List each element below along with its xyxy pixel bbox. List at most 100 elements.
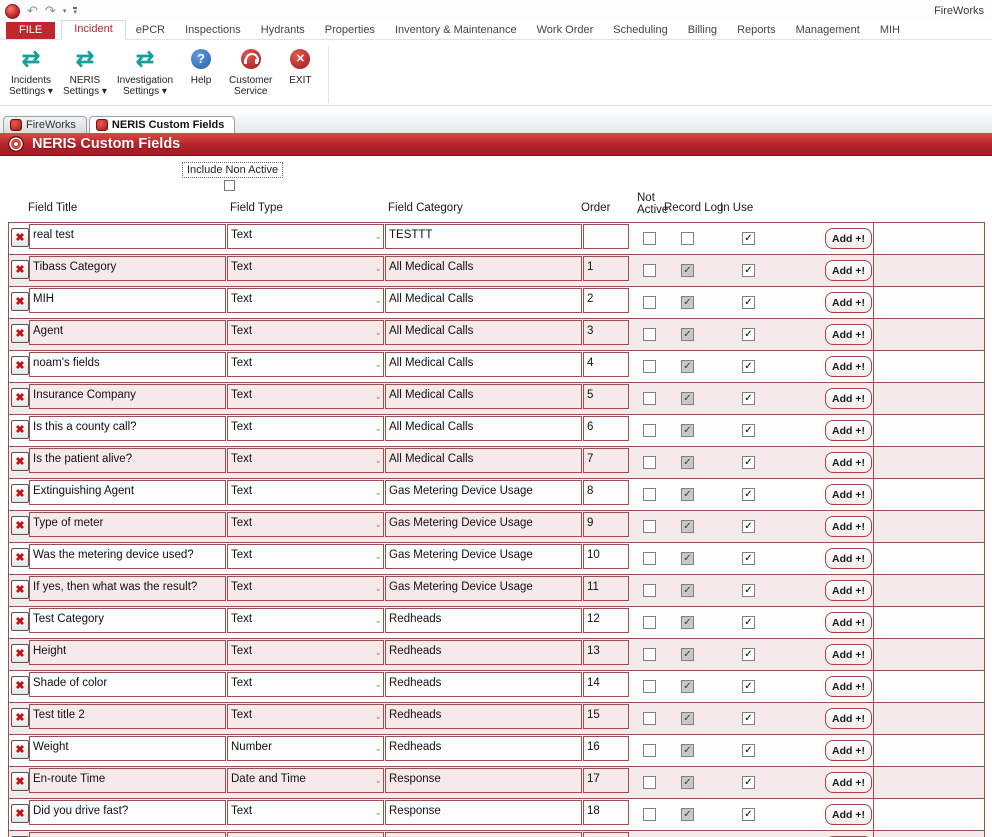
field-title-input[interactable]: Extinguishing Agent bbox=[29, 480, 226, 505]
ribbon-tab-work-order[interactable]: Work Order bbox=[527, 22, 604, 39]
record-log-checkbox[interactable]: ✓ bbox=[681, 680, 694, 693]
not-active-checkbox[interactable] bbox=[643, 776, 656, 789]
add-button[interactable]: Add +! bbox=[825, 292, 872, 313]
delete-row-button[interactable]: ✖ bbox=[11, 260, 29, 279]
delete-row-button[interactable]: ✖ bbox=[11, 612, 29, 631]
field-title-input[interactable]: Weight bbox=[29, 736, 226, 761]
field-category-input[interactable]: Response bbox=[385, 800, 582, 825]
not-active-checkbox[interactable] bbox=[643, 584, 656, 597]
field-type-dropdown[interactable]: Text⌄ bbox=[227, 320, 384, 345]
order-input[interactable]: 8 bbox=[583, 480, 629, 505]
record-log-checkbox[interactable]: ✓ bbox=[681, 584, 694, 597]
ribbon-tab-incident[interactable]: Incident bbox=[61, 20, 126, 40]
in-use-checkbox[interactable]: ✓ bbox=[742, 680, 755, 693]
record-log-checkbox[interactable]: ✓ bbox=[681, 488, 694, 501]
field-category-input[interactable]: Redheads bbox=[385, 736, 582, 761]
not-active-checkbox[interactable] bbox=[643, 648, 656, 661]
add-button[interactable]: Add +! bbox=[825, 452, 872, 473]
in-use-checkbox[interactable]: ✓ bbox=[742, 232, 755, 245]
order-input[interactable]: 3 bbox=[583, 320, 629, 345]
field-type-dropdown[interactable]: Text⌄ bbox=[227, 640, 384, 665]
add-button[interactable]: Add +! bbox=[825, 260, 872, 281]
field-title-input[interactable]: En-route Time bbox=[29, 768, 226, 793]
record-log-checkbox[interactable]: ✓ bbox=[681, 296, 694, 309]
order-input[interactable]: 9 bbox=[583, 512, 629, 537]
field-title-input[interactable]: Test Category bbox=[29, 608, 226, 633]
delete-row-button[interactable]: ✖ bbox=[11, 388, 29, 407]
ribbon-tab-file[interactable]: FILE bbox=[6, 22, 55, 39]
field-title-input[interactable]: Insurance Company bbox=[29, 384, 226, 409]
field-category-input[interactable]: All Medical Calls bbox=[385, 416, 582, 441]
field-category-input[interactable]: All Medical Calls bbox=[385, 352, 582, 377]
neris-settings-button[interactable]: ⇄ NERIS Settings ▾ bbox=[58, 44, 112, 99]
field-title-input[interactable]: Shade of color bbox=[29, 672, 226, 697]
record-log-checkbox[interactable]: ✓ bbox=[681, 392, 694, 405]
field-title-input[interactable]: Agent bbox=[29, 320, 226, 345]
not-active-checkbox[interactable] bbox=[643, 328, 656, 341]
record-log-checkbox[interactable]: ✓ bbox=[681, 520, 694, 533]
field-category-input[interactable]: All Medical Calls bbox=[385, 384, 582, 409]
in-use-checkbox[interactable]: ✓ bbox=[742, 776, 755, 789]
record-log-checkbox[interactable]: ✓ bbox=[681, 616, 694, 629]
ribbon-tab-epcr[interactable]: ePCR bbox=[126, 22, 175, 39]
not-active-checkbox[interactable] bbox=[643, 456, 656, 469]
field-category-input[interactable]: Response bbox=[385, 832, 582, 837]
not-active-checkbox[interactable] bbox=[643, 232, 656, 245]
in-use-checkbox[interactable]: ✓ bbox=[742, 296, 755, 309]
help-button[interactable]: ? Help bbox=[178, 44, 224, 88]
not-active-checkbox[interactable] bbox=[643, 296, 656, 309]
field-category-input[interactable]: All Medical Calls bbox=[385, 256, 582, 281]
not-active-checkbox[interactable] bbox=[643, 520, 656, 533]
field-title-input[interactable]: Did you drive fast? bbox=[29, 800, 226, 825]
order-input[interactable]: 15 bbox=[583, 704, 629, 729]
order-input[interactable]: 5 bbox=[583, 384, 629, 409]
field-type-dropdown[interactable]: Text⌄ bbox=[227, 832, 384, 837]
record-log-checkbox[interactable]: ✓ bbox=[681, 808, 694, 821]
add-button[interactable]: Add +! bbox=[825, 804, 872, 825]
field-type-dropdown[interactable]: Text⌄ bbox=[227, 576, 384, 601]
in-use-checkbox[interactable]: ✓ bbox=[742, 616, 755, 629]
ribbon-tab-properties[interactable]: Properties bbox=[315, 22, 385, 39]
delete-row-button[interactable]: ✖ bbox=[11, 644, 29, 663]
in-use-checkbox[interactable]: ✓ bbox=[742, 808, 755, 821]
field-category-input[interactable]: Redheads bbox=[385, 640, 582, 665]
record-log-checkbox[interactable]: ✓ bbox=[681, 552, 694, 565]
field-type-dropdown[interactable]: Text⌄ bbox=[227, 800, 384, 825]
not-active-checkbox[interactable] bbox=[643, 424, 656, 437]
not-active-checkbox[interactable] bbox=[643, 808, 656, 821]
field-category-input[interactable]: Redheads bbox=[385, 608, 582, 633]
delete-row-button[interactable]: ✖ bbox=[11, 676, 29, 695]
field-category-input[interactable]: Response bbox=[385, 768, 582, 793]
field-title-input[interactable]: Type of meter bbox=[29, 512, 226, 537]
add-button[interactable]: Add +! bbox=[825, 356, 872, 377]
order-input[interactable]: 1 bbox=[583, 256, 629, 281]
field-title-input[interactable]: Is the patient alive? bbox=[29, 448, 226, 473]
order-input[interactable]: 14 bbox=[583, 672, 629, 697]
in-use-checkbox[interactable]: ✓ bbox=[742, 488, 755, 501]
in-use-checkbox[interactable]: ✓ bbox=[742, 712, 755, 725]
exit-button[interactable]: ✕ EXIT bbox=[277, 44, 323, 88]
order-input[interactable]: 10 bbox=[583, 544, 629, 569]
ribbon-tab-inventory-maintenance[interactable]: Inventory & Maintenance bbox=[385, 22, 527, 39]
not-active-checkbox[interactable] bbox=[643, 488, 656, 501]
delete-row-button[interactable]: ✖ bbox=[11, 772, 29, 791]
chevron-down-icon[interactable]: ▾ bbox=[63, 7, 67, 15]
delete-row-button[interactable]: ✖ bbox=[11, 516, 29, 535]
record-log-checkbox[interactable]: ✓ bbox=[681, 648, 694, 661]
field-type-dropdown[interactable]: Text⌄ bbox=[227, 352, 384, 377]
not-active-checkbox[interactable] bbox=[643, 392, 656, 405]
field-type-dropdown[interactable]: Text⌄ bbox=[227, 224, 384, 249]
add-button[interactable]: Add +! bbox=[825, 676, 872, 697]
in-use-checkbox[interactable]: ✓ bbox=[742, 520, 755, 533]
not-active-checkbox[interactable] bbox=[643, 264, 656, 277]
not-active-checkbox[interactable] bbox=[643, 680, 656, 693]
incidents-settings-button[interactable]: ⇄ Incidents Settings ▾ bbox=[4, 44, 58, 99]
field-type-dropdown[interactable]: Text⌄ bbox=[227, 544, 384, 569]
delete-row-button[interactable]: ✖ bbox=[11, 324, 29, 343]
customer-service-button[interactable]: Customer Service bbox=[224, 44, 277, 99]
field-type-dropdown[interactable]: Text⌄ bbox=[227, 672, 384, 697]
not-active-checkbox[interactable] bbox=[643, 744, 656, 757]
delete-row-button[interactable]: ✖ bbox=[11, 228, 29, 247]
field-type-dropdown[interactable]: Text⌄ bbox=[227, 512, 384, 537]
add-button[interactable]: Add +! bbox=[825, 484, 872, 505]
